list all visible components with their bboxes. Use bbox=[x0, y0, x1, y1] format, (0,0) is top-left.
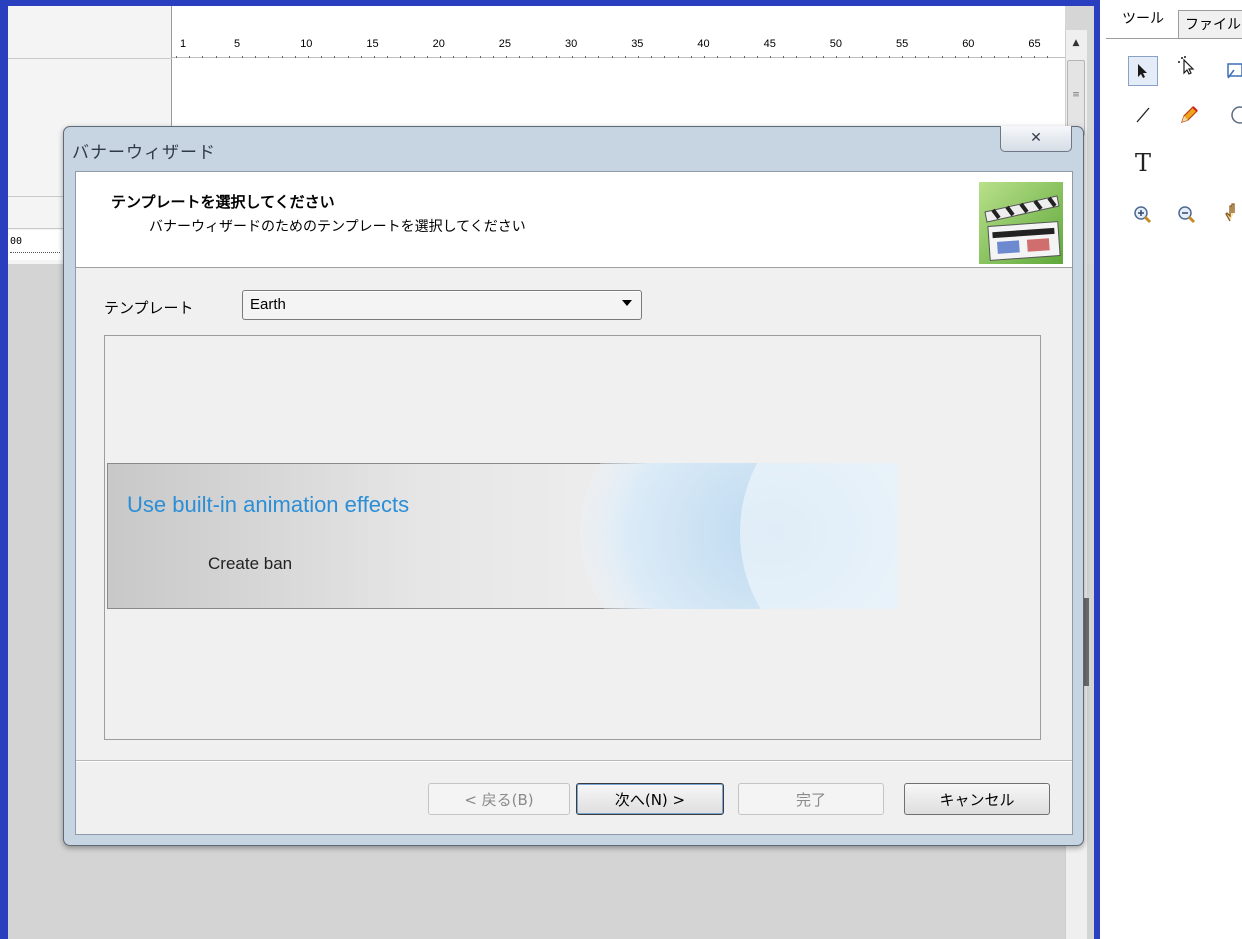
ruler-tick-label: 10 bbox=[300, 38, 313, 50]
template-dropdown[interactable] bbox=[242, 290, 642, 320]
next-button[interactable]: 次へ(N) > bbox=[576, 783, 724, 815]
ruler-tick-label: 15 bbox=[366, 38, 379, 50]
ruler-tick-label: 45 bbox=[763, 38, 776, 50]
tab-divider bbox=[1106, 38, 1242, 39]
text-icon[interactable]: T bbox=[1128, 148, 1158, 178]
vertical-ruler: 00 bbox=[8, 230, 68, 260]
ruler-tick-label: 25 bbox=[498, 38, 512, 50]
finish-button[interactable]: 完了 bbox=[738, 783, 884, 815]
chevron-down-icon[interactable] bbox=[622, 300, 632, 306]
grip-icon: ≡ bbox=[1072, 90, 1080, 100]
tool-panel bbox=[1100, 0, 1242, 939]
direct-select-icon[interactable] bbox=[1172, 52, 1202, 82]
divider bbox=[8, 58, 172, 59]
close-button[interactable]: ✕ bbox=[1000, 126, 1072, 152]
ruler-tick-label: 30 bbox=[565, 38, 578, 50]
select-arrow-icon[interactable] bbox=[1128, 56, 1158, 86]
window-frame bbox=[0, 0, 8, 939]
frame-icon[interactable] bbox=[1220, 56, 1242, 86]
ruler-tick-label: 1 bbox=[180, 38, 187, 50]
window-frame bbox=[0, 0, 1100, 6]
clapperboard-icon bbox=[979, 182, 1063, 264]
banner-headline: Use built-in animation effects bbox=[127, 492, 410, 517]
zoom-out-icon[interactable] bbox=[1172, 200, 1202, 230]
ruler-ticks bbox=[10, 252, 60, 254]
template-dropdown-value[interactable]: Earth bbox=[250, 296, 286, 313]
banner-swoosh-graphic bbox=[580, 463, 898, 609]
ruler-tick-label: 50 bbox=[829, 38, 843, 50]
back-button[interactable]: < 戻る(B) bbox=[428, 783, 570, 815]
tab-tools[interactable]: ツール bbox=[1110, 6, 1176, 36]
ruler-tick-label: 35 bbox=[631, 38, 644, 50]
ruler-tick-label: 20 bbox=[432, 38, 445, 50]
ruler-tick-label: 55 bbox=[896, 38, 909, 50]
ruler-tick-label: 60 bbox=[962, 38, 975, 50]
zoom-in-icon[interactable] bbox=[1128, 200, 1158, 230]
tab-file[interactable]: ファイル bbox=[1178, 10, 1242, 38]
ellipse-icon[interactable] bbox=[1220, 100, 1242, 130]
hand-icon[interactable] bbox=[1214, 198, 1242, 228]
ruler-number: 00 bbox=[10, 236, 23, 247]
ruler-tick-label: 40 bbox=[697, 38, 710, 50]
horizontal-ruler: 1 5 10 15 20 25 30 35 40 45 50 55 60 65 bbox=[172, 6, 1065, 59]
header-subtitle: バナーウィザードのためのテンプレートを選択してください bbox=[149, 219, 526, 235]
footer-divider-highlight bbox=[76, 761, 1072, 762]
header-title: テンプレートを選択してください bbox=[111, 193, 335, 211]
dialog-title: バナーウィザード bbox=[72, 143, 216, 162]
cancel-button[interactable]: キャンセル bbox=[904, 783, 1050, 815]
ruler-tick-label: 5 bbox=[234, 38, 241, 50]
banner-subline: Create ban bbox=[208, 554, 293, 573]
template-label: テンプレート bbox=[104, 299, 194, 317]
close-icon: ✕ bbox=[1030, 130, 1042, 146]
pencil-icon[interactable] bbox=[1174, 100, 1204, 130]
scroll-up-arrow-icon[interactable]: ▲ bbox=[1067, 34, 1085, 52]
ruler-tick-label: 65 bbox=[1028, 38, 1041, 50]
line-icon[interactable] bbox=[1128, 100, 1158, 130]
